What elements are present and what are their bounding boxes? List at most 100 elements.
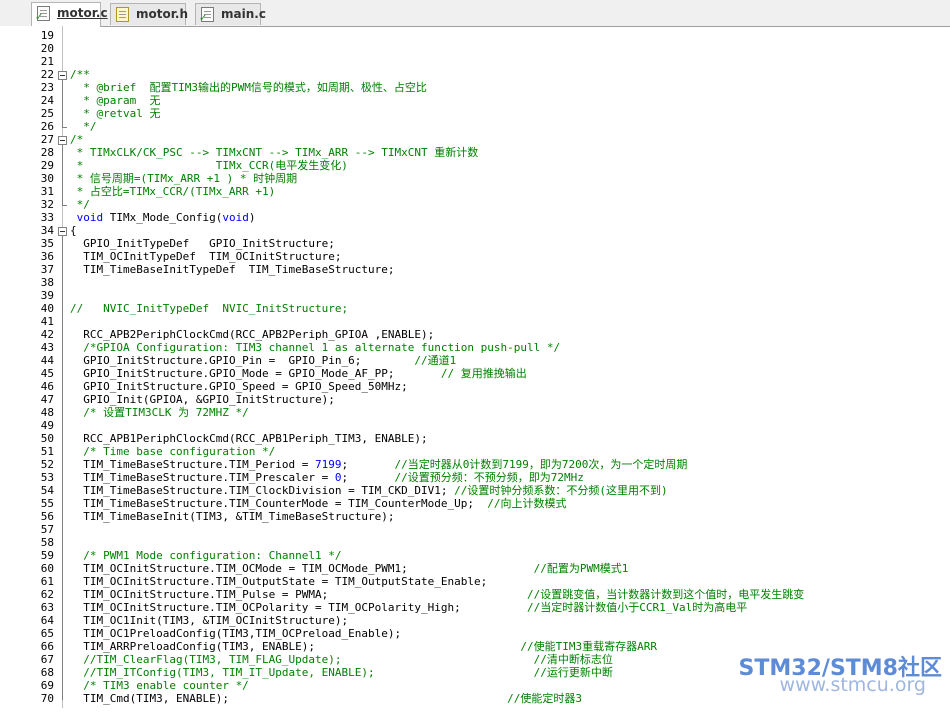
code-line[interactable]: * @retval 无 (70, 107, 160, 120)
comment-token: * @brief 配置TIM3输出的PWM信号的模式，如周期、极性、占空比 (70, 81, 427, 94)
code-line[interactable]: TIM_TimeBaseInit(TIM3, &TIM_TimeBaseStru… (70, 510, 395, 523)
fold-toggle-icon[interactable] (58, 71, 67, 80)
code-line[interactable]: */ (70, 120, 97, 133)
code-line[interactable]: /*GPIOA Configuration: TIM3 channel 1 as… (70, 341, 560, 354)
comment-token: /* Time base configuration */ (70, 445, 276, 458)
line-number: 48 (40, 406, 54, 419)
line-number: 70 (40, 692, 54, 705)
tab-motor-h[interactable]: motor.h (110, 3, 189, 25)
comment-token: /* (70, 133, 84, 146)
tab-label: motor.h (136, 7, 189, 21)
code-line[interactable]: GPIO_InitStructure.GPIO_Mode = GPIO_Mode… (70, 367, 527, 380)
code-line[interactable]: TIM_TimeBaseStructure.TIM_Prescaler = 0;… (70, 471, 584, 484)
code-line[interactable]: { (70, 224, 77, 237)
code-token: GPIO_InitStructure.GPIO_Pin = GPIO_Pin_6… (70, 354, 415, 367)
code-line[interactable]: */ (70, 198, 90, 211)
code-token: TIM_TimeBaseInitTypeDef TIM_TimeBaseStru… (70, 263, 395, 276)
code-line[interactable]: GPIO_InitStructure.GPIO_Pin = GPIO_Pin_6… (70, 354, 456, 367)
comment-token: * 信号周期=(TIMx_ARR +1 ) * 时钟周期 (70, 172, 298, 185)
code-line[interactable]: * 占空比=TIMx_CCR/(TIMx_ARR +1) (70, 185, 276, 198)
comment-token: /* PWM1 Mode configuration: Channel1 */ (70, 549, 342, 562)
line-number: 20 (40, 42, 54, 55)
code-line[interactable]: TIM_OCInitStructure.TIM_OCPolarity = TIM… (70, 601, 747, 614)
fold-end-marker (62, 127, 67, 128)
comment-token: /* TIM3 enable counter */ (70, 679, 249, 692)
code-line[interactable]: /* (70, 133, 83, 146)
code-line[interactable]: TIM_OC1Init(TIM3, &TIM_OCInitStructure); (70, 614, 348, 627)
bookmark-margin[interactable] (0, 26, 8, 708)
fold-end-marker (62, 205, 67, 206)
code-line[interactable]: RCC_APB2PeriphClockCmd(RCC_APB2Periph_GP… (70, 328, 434, 341)
code-line[interactable]: GPIO_Init(GPIOA, &GPIO_InitStructure); (70, 393, 335, 406)
fold-toggle-icon[interactable] (58, 227, 67, 236)
fold-guide (62, 80, 63, 128)
code-line[interactable]: /* TIM3 enable counter */ (70, 679, 249, 692)
code-line[interactable]: TIM_ARRPreloadConfig(TIM3, ENABLE); //使能… (70, 640, 657, 653)
code-line[interactable]: TIM_TimeBaseStructure.TIM_CounterMode = … (70, 497, 566, 510)
keyword-token: 7199 (315, 458, 342, 471)
code-token: TIM_OC1PreloadConfig(TIM3,TIM_OCPreload_… (70, 627, 402, 640)
line-number: 62 (40, 588, 54, 601)
code-line[interactable]: GPIO_InitStructure.GPIO_Speed = GPIO_Spe… (70, 380, 408, 393)
code-token: GPIO_InitStructure.GPIO_Mode = GPIO_Mode… (70, 367, 441, 380)
line-number: 26 (40, 120, 54, 133)
code-line[interactable]: GPIO_InitTypeDef GPIO_InitStructure; (70, 237, 335, 250)
keyword-token: void (222, 211, 249, 224)
line-number: 53 (40, 471, 54, 484)
code-line[interactable]: TIM_Cmd(TIM3, ENABLE); //使能定时器3 (70, 692, 582, 705)
tab-label: main.c (221, 7, 266, 21)
comment-token: //TIM_ClearFlag(TIM3, TIM_FLAG_Update); … (70, 653, 613, 666)
line-number: 39 (40, 289, 54, 302)
code-token: ) (248, 211, 256, 224)
tab-main-c[interactable]: ✓ main.c (195, 3, 266, 25)
fold-margin[interactable] (62, 26, 70, 708)
code-line[interactable]: //TIM_ITConfig(TIM3, TIM_IT_Update, ENAB… (70, 666, 613, 679)
line-number: 63 (40, 601, 54, 614)
code-line[interactable]: TIM_TimeBaseInitTypeDef TIM_TimeBaseStru… (70, 263, 395, 276)
code-line[interactable]: TIM_OCInitStructure.TIM_OutputState = TI… (70, 575, 487, 588)
code-line[interactable]: * TIMx_CCR(电平发生变化) (70, 159, 348, 172)
code-line[interactable]: TIM_TimeBaseStructure.TIM_Period = 7199;… (70, 458, 687, 471)
code-area[interactable]: /** * @brief 配置TIM3输出的PWM信号的模式，如周期、极性、占空… (70, 26, 950, 708)
line-number: 30 (40, 172, 54, 185)
code-line[interactable]: TIM_TimeBaseStructure.TIM_ClockDivision … (70, 484, 668, 497)
line-number: 41 (40, 315, 54, 328)
code-token: TIMx_Mode_Config( (103, 211, 223, 224)
code-line[interactable]: /* Time base configuration */ (70, 445, 275, 458)
code-line[interactable]: TIM_OCInitStructure.TIM_OCMode = TIM_OCM… (70, 562, 628, 575)
code-line[interactable]: * @param 无 (70, 94, 160, 107)
line-number: 64 (40, 614, 54, 627)
comment-token: */ (70, 120, 97, 133)
code-line[interactable]: TIM_OCInitStructure.TIM_Pulse = PWMA; //… (70, 588, 804, 601)
code-line[interactable]: * 信号周期=(TIMx_ARR +1 ) * 时钟周期 (70, 172, 297, 185)
tab-motor-c[interactable]: ✓ motor.c (31, 2, 108, 27)
code-line[interactable]: //TIM_ClearFlag(TIM3, TIM_FLAG_Update); … (70, 653, 613, 666)
code-line[interactable]: TIM_OCInitTypeDef TIM_OCInitStructure; (70, 250, 341, 263)
code-line[interactable]: TIM_OC1PreloadConfig(TIM3,TIM_OCPreload_… (70, 627, 401, 640)
code-line[interactable]: * @brief 配置TIM3输出的PWM信号的模式，如周期、极性、占空比 (70, 81, 427, 94)
code-token: GPIO_InitStructure.GPIO_Speed = GPIO_Spe… (70, 380, 408, 393)
tab-label: motor.c (57, 6, 108, 20)
site-watermark: STM32/STM8社区 www.stmcu.org (712, 650, 948, 728)
c-file-icon: ✓ (35, 6, 50, 23)
code-line[interactable]: /** (70, 68, 90, 81)
code-line[interactable]: void TIMx_Mode_Config(void) (70, 211, 256, 224)
comment-token: // NVIC_InitTypeDef NVIC_InitStructure; (70, 302, 349, 315)
comment-token: //设置时钟分频系数：不分频(这里用不到) (454, 484, 668, 497)
code-line[interactable]: /* PWM1 Mode configuration: Channel1 */ (70, 549, 342, 562)
code-line[interactable]: RCC_APB1PeriphClockCmd(RCC_APB1Periph_TI… (70, 432, 427, 445)
code-token: TIM_Cmd(TIM3, ENABLE); (70, 692, 508, 705)
line-number: 44 (40, 354, 54, 367)
comment-token: * @retval 无 (70, 107, 161, 120)
fold-toggle-icon[interactable] (58, 136, 67, 145)
line-number: 38 (40, 276, 54, 289)
code-line[interactable]: * TIMxCLK/CK_PSC --> TIMxCNT --> TIMx_AR… (70, 146, 479, 159)
comment-token: //使能TIM3重载寄存器ARR (520, 640, 657, 653)
code-line[interactable]: /* 设置TIM3CLK 为 72MHZ */ (70, 406, 248, 419)
comment-token: * @param 无 (70, 94, 161, 107)
code-line[interactable]: // NVIC_InitTypeDef NVIC_InitStructure; (70, 302, 348, 315)
code-editor[interactable]: 19 20 21 22 23 24 25 26 27 28 29 30 31 32 33 34 35 36 37 38… (0, 26, 950, 708)
line-number: 54 (40, 484, 54, 497)
comment-token: //设置预分频：不预分频，即为72MHz (394, 471, 584, 484)
code-token: TIM_TimeBaseInit(TIM3, &TIM_TimeBaseStru… (70, 510, 395, 523)
